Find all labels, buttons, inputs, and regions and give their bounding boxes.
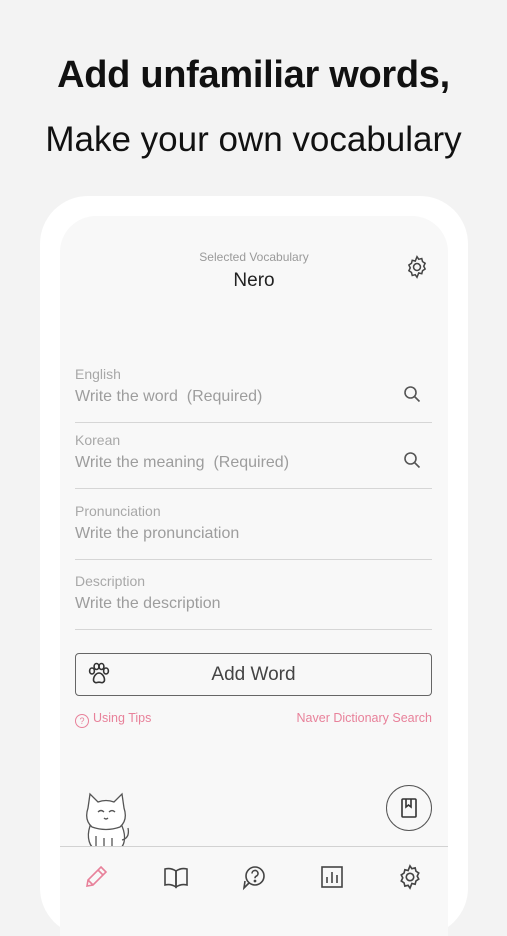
using-tips-link[interactable]: ? Using Tips: [75, 711, 151, 728]
add-word-button[interactable]: Add Word: [75, 653, 432, 696]
vocabulary-name: Nero: [233, 270, 275, 291]
korean-input[interactable]: [75, 454, 385, 472]
using-tips-label: Using Tips: [93, 711, 152, 725]
vocabulary-book-button[interactable]: [386, 785, 432, 831]
promo-subline: Make your own vocabulary: [45, 120, 462, 159]
english-label: English: [75, 366, 121, 382]
pronunciation-field: Pronunciation: [75, 503, 432, 560]
tab-settings[interactable]: [396, 863, 424, 891]
phone-frame: Selected Vocabulary Nero English Korean …: [40, 196, 468, 936]
english-search-icon[interactable]: [402, 384, 422, 404]
app-screen: Selected Vocabulary Nero English Korean …: [60, 216, 448, 936]
tab-quiz[interactable]: [240, 863, 268, 891]
cat-mascot-icon: [86, 792, 130, 850]
description-field: Description: [75, 573, 432, 630]
pronunciation-input[interactable]: [75, 525, 385, 543]
tab-add-word[interactable]: [82, 863, 110, 891]
pronunciation-label: Pronunciation: [75, 503, 161, 519]
vocabulary-settings-gear-icon[interactable]: [404, 254, 430, 280]
description-input[interactable]: [75, 595, 385, 613]
question-chat-icon: [242, 866, 265, 891]
add-word-label: Add Word: [211, 664, 296, 685]
korean-field: Korean: [75, 432, 432, 489]
description-label: Description: [75, 573, 146, 589]
pen-icon: [86, 865, 108, 887]
book-icon: [401, 798, 417, 818]
question-circle-icon: ?: [75, 714, 89, 728]
bottom-tab-bar: [60, 846, 448, 936]
english-input[interactable]: [75, 388, 385, 406]
naver-dictionary-search-link[interactable]: Naver Dictionary Search: [297, 711, 432, 725]
promo-headline: Add unfamiliar words,: [57, 54, 450, 96]
english-field: English: [75, 366, 432, 423]
book-open-icon: [164, 867, 188, 889]
tab-vocabulary[interactable]: [162, 863, 190, 891]
selected-vocabulary-caption: Selected Vocabulary: [199, 250, 309, 264]
chart-icon: [321, 866, 343, 888]
korean-label: Korean: [75, 432, 121, 448]
tab-statistics[interactable]: [318, 863, 346, 891]
gear-icon: [400, 864, 420, 890]
korean-search-icon[interactable]: [402, 450, 422, 470]
